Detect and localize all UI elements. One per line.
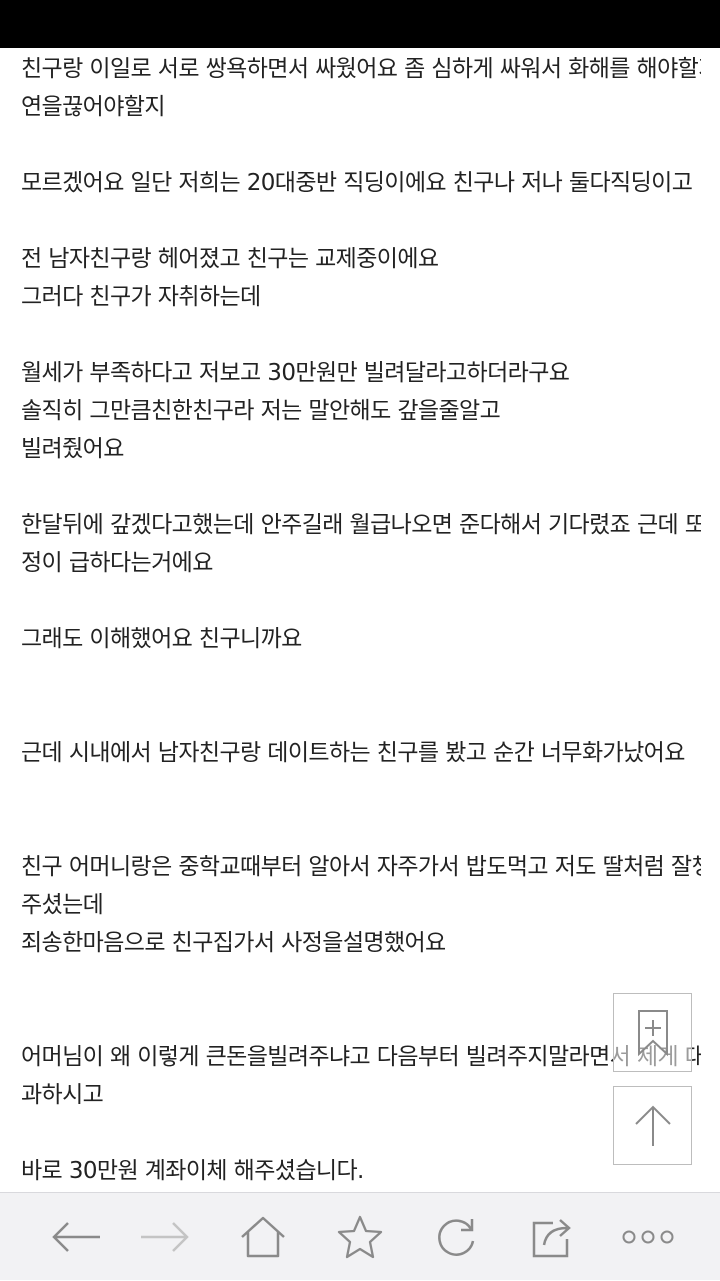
article-line: 빌려줬어요 (21, 436, 124, 462)
article-line: 근데 시내에서 남자친구랑 데이트하는 친구를 봤고 순간 너무화가났어요 (21, 740, 685, 766)
forward-button[interactable] (117, 1193, 213, 1281)
forward-arrow-icon (141, 1222, 189, 1252)
back-arrow-icon (52, 1222, 100, 1252)
refresh-button[interactable] (408, 1193, 504, 1281)
article-line: 한달뒤에 갚겠다고했는데 안주길래 월급나오면 준다해서 기다렸죠 근데 또 사 (21, 512, 701, 538)
browser-toolbar (0, 1192, 720, 1280)
article-line: 어머님이 왜 이렇게 큰돈을빌려주냐고 다음부터 빌려주지말라면서 제게 대신사 (21, 1044, 701, 1070)
article-line: 솔직히 그만큼친한친구라 저는 말안해도 갚을줄알고 (21, 398, 501, 424)
more-button[interactable] (600, 1193, 696, 1281)
article-line: 주셨는데 (21, 892, 104, 918)
more-icon (622, 1230, 674, 1244)
article-line: 정이 급하다는거에요 (21, 550, 213, 576)
article-line: 연을끊어야할지 (21, 94, 166, 120)
article-line: 바로 30만원 계좌이체 해주셨습니다. (21, 1158, 364, 1184)
arrow-up-icon (634, 1105, 671, 1146)
favorite-button[interactable] (312, 1193, 408, 1281)
article-line: 전 남자친구랑 헤어졌고 친구는 교제중이에요 (21, 246, 439, 272)
article-line: 월세가 부족하다고 저보고 30만원만 빌려달라고하더라구요 (21, 360, 570, 386)
article-line: 그러다 친구가 자취하는데 (21, 284, 261, 310)
article-line: 친구 어머니랑은 중학교때부터 알아서 자주가서 밥도먹고 저도 딸처럼 잘챙겨 (21, 854, 701, 880)
article-line: 모르겠어요 일단 저희는 20대중반 직딩이에요 친구나 저나 둘다직딩이고 (21, 170, 693, 196)
home-button[interactable] (215, 1193, 311, 1281)
bookmark-add-icon (637, 1009, 668, 1056)
status-bar (0, 0, 720, 48)
share-button[interactable] (504, 1193, 600, 1281)
article-body: 친구랑 이일로 서로 쌍욕하면서 싸웠어요 좀 심하게 싸워서 화해를 해야할지… (21, 48, 701, 1192)
article-line: 과하시고 (21, 1082, 104, 1108)
article-line: 죄송한마음으로 친구집가서 사정을설명했어요 (21, 930, 446, 956)
article-line: 그래도 이해했어요 친구니까요 (21, 626, 302, 652)
star-icon (337, 1215, 383, 1259)
scroll-top-button[interactable] (613, 1086, 692, 1165)
bookmark-button[interactable] (613, 993, 692, 1072)
home-icon (241, 1216, 285, 1258)
back-button[interactable] (28, 1193, 124, 1281)
article-line: 친구랑 이일로 서로 쌍욕하면서 싸웠어요 좀 심하게 싸워서 화해를 해야할지… (21, 56, 701, 82)
share-icon (532, 1219, 571, 1258)
refresh-icon (438, 1219, 475, 1256)
